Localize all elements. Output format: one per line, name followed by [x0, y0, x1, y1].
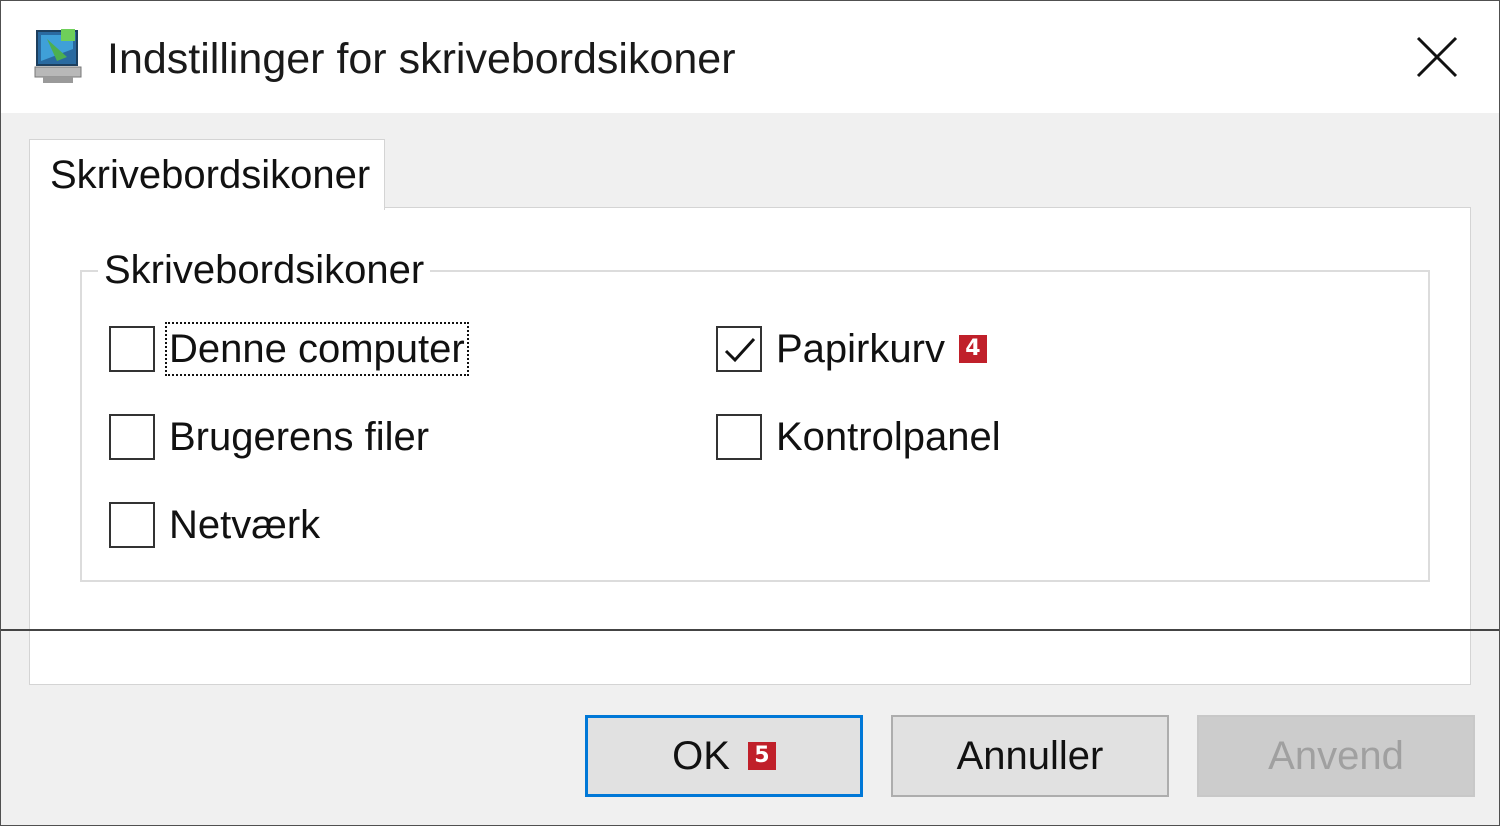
checkbox-label: Denne computer — [165, 322, 469, 376]
desktop-settings-icon — [34, 29, 82, 83]
dialog-title: Indstillinger for skrivebordsikoner — [107, 35, 736, 83]
checkbox-box[interactable] — [109, 326, 155, 372]
cancel-button-label: Annuller — [956, 733, 1104, 778]
checkbox-box[interactable] — [716, 414, 762, 460]
checkbox-box[interactable] — [109, 502, 155, 548]
apply-button[interactable]: Anvend — [1197, 715, 1475, 797]
checkmark-icon — [724, 337, 756, 363]
divider-line — [1, 629, 1499, 631]
checkbox-denne-computer[interactable]: Denne computer — [109, 321, 469, 377]
checkbox-label: Kontrolpanel — [776, 415, 1001, 459]
checkbox-label: Brugerens filer — [169, 415, 430, 459]
checkbox-netvaerk[interactable]: Netværk — [109, 497, 322, 553]
callout-badge: 4 — [958, 335, 987, 363]
cancel-button[interactable]: Annuller — [891, 715, 1169, 797]
apply-button-label: Anvend — [1268, 733, 1404, 778]
callout-badge: 5 — [747, 742, 776, 770]
tab-skrivebordsikoner[interactable]: Skrivebordsikoner — [29, 139, 385, 210]
checkbox-label: Papirkurv — [776, 327, 945, 371]
checkbox-kontrolpanel[interactable]: Kontrolpanel — [716, 409, 1003, 465]
title-bar: Indstillinger for skrivebordsikoner — [1, 1, 1499, 113]
ok-button[interactable]: OK 5 — [585, 715, 863, 797]
checkbox-box[interactable] — [109, 414, 155, 460]
tab-label: Skrivebordsikoner — [50, 153, 371, 197]
dialog-window: Indstillinger for skrivebordsikoner Skri… — [0, 0, 1500, 826]
group-legend: Skrivebordsikoner — [98, 244, 431, 296]
checkbox-box[interactable] — [716, 326, 762, 372]
ok-button-label: OK — [672, 733, 730, 778]
close-icon[interactable] — [1401, 21, 1473, 93]
checkbox-label: Netværk — [169, 503, 321, 547]
checkbox-brugerens-filer[interactable]: Brugerens filer — [109, 409, 431, 465]
checkbox-papirkurv[interactable]: Papirkurv 4 — [716, 321, 987, 377]
